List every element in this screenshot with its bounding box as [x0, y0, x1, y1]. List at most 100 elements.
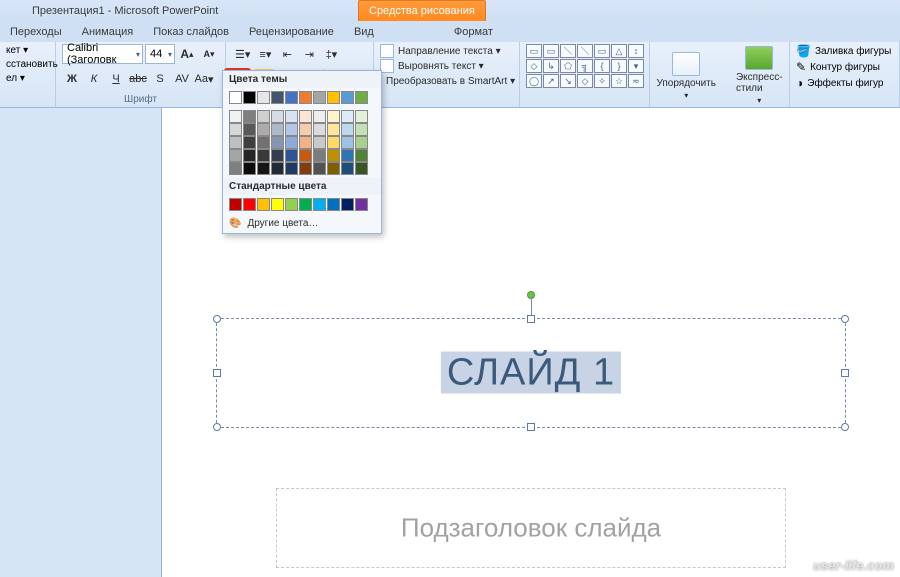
- title-textbox[interactable]: СЛАЙД 1: [216, 318, 846, 428]
- color-swatch[interactable]: [355, 198, 368, 211]
- text-direction-button[interactable]: Направление текста ▾: [380, 44, 513, 58]
- tab-animations[interactable]: Анимация: [72, 26, 144, 38]
- color-swatch[interactable]: [313, 198, 326, 211]
- color-swatch[interactable]: [271, 123, 284, 136]
- tab-transitions[interactable]: Переходы: [0, 26, 72, 38]
- grow-font-button[interactable]: A▴: [177, 44, 197, 64]
- color-swatch[interactable]: [299, 91, 312, 104]
- color-swatch[interactable]: [257, 149, 270, 162]
- color-swatch[interactable]: [313, 123, 326, 136]
- color-swatch[interactable]: [341, 149, 354, 162]
- color-swatch[interactable]: [243, 162, 256, 175]
- color-swatch[interactable]: [271, 91, 284, 104]
- tab-view[interactable]: Вид: [344, 26, 384, 38]
- subtitle-textbox[interactable]: Подзаголовок слайда: [276, 488, 786, 568]
- color-swatch[interactable]: [313, 162, 326, 175]
- color-swatch[interactable]: [313, 91, 326, 104]
- shape-outline-button[interactable]: ✎Контур фигуры: [796, 60, 893, 74]
- color-swatch[interactable]: [285, 162, 298, 175]
- color-swatch[interactable]: [355, 110, 368, 123]
- color-swatch[interactable]: [355, 136, 368, 149]
- color-swatch[interactable]: [355, 162, 368, 175]
- quick-styles-button[interactable]: Экспресс-стили▾: [730, 44, 789, 107]
- color-swatch[interactable]: [229, 198, 242, 211]
- color-swatch[interactable]: [299, 123, 312, 136]
- color-swatch[interactable]: [243, 149, 256, 162]
- spacing-button[interactable]: AV: [172, 69, 192, 89]
- color-swatch[interactable]: [229, 110, 242, 123]
- font-name-combo[interactable]: Calibri (Заголовк: [62, 44, 143, 64]
- color-swatch[interactable]: [327, 136, 340, 149]
- color-swatch[interactable]: [327, 91, 340, 104]
- color-swatch[interactable]: [285, 110, 298, 123]
- reset-button[interactable]: сстановить: [6, 58, 49, 72]
- color-swatch[interactable]: [257, 123, 270, 136]
- color-swatch[interactable]: [285, 136, 298, 149]
- shadow-button[interactable]: S: [150, 69, 170, 89]
- slide-subtitle-text[interactable]: Подзаголовок слайда: [401, 513, 661, 543]
- color-swatch[interactable]: [299, 162, 312, 175]
- resize-handle[interactable]: [841, 315, 849, 323]
- color-swatch[interactable]: [313, 136, 326, 149]
- color-swatch[interactable]: [355, 91, 368, 104]
- font-size-combo[interactable]: 44: [145, 44, 175, 64]
- numbering-button[interactable]: ≡▾: [255, 44, 275, 64]
- layout-button[interactable]: кет ▾: [6, 44, 49, 58]
- strike-button[interactable]: abc: [128, 69, 148, 89]
- more-colors-button[interactable]: 🎨 Другие цвета…: [223, 214, 381, 233]
- color-swatch[interactable]: [271, 136, 284, 149]
- shapes-gallery[interactable]: ▭▭＼＼▭△↕ ◇↳⬠╗{}▾ ◯↗↘◇✧☆≂: [526, 44, 644, 88]
- color-swatch[interactable]: [271, 149, 284, 162]
- color-swatch[interactable]: [271, 110, 284, 123]
- shape-effects-button[interactable]: ◑Эффекты фигур: [796, 76, 893, 90]
- color-swatch[interactable]: [257, 91, 270, 104]
- color-swatch[interactable]: [229, 162, 242, 175]
- tab-slideshow[interactable]: Показ слайдов: [143, 26, 239, 38]
- color-swatch[interactable]: [243, 123, 256, 136]
- line-spacing-button[interactable]: ‡▾: [321, 44, 341, 64]
- color-swatch[interactable]: [299, 136, 312, 149]
- color-swatch[interactable]: [285, 91, 298, 104]
- resize-handle[interactable]: [213, 369, 221, 377]
- color-swatch[interactable]: [229, 91, 242, 104]
- color-swatch[interactable]: [243, 198, 256, 211]
- color-swatch[interactable]: [271, 162, 284, 175]
- convert-smartart-button[interactable]: Преобразовать в SmartArt ▾: [380, 74, 513, 88]
- color-swatch[interactable]: [327, 149, 340, 162]
- color-swatch[interactable]: [327, 123, 340, 136]
- contextual-tab-drawing-tools[interactable]: Средства рисования: [358, 0, 486, 21]
- resize-handle[interactable]: [213, 423, 221, 431]
- color-swatch[interactable]: [341, 136, 354, 149]
- color-swatch[interactable]: [341, 123, 354, 136]
- color-swatch[interactable]: [257, 136, 270, 149]
- color-swatch[interactable]: [257, 110, 270, 123]
- color-swatch[interactable]: [229, 123, 242, 136]
- bullets-button[interactable]: ☰▾: [232, 44, 253, 64]
- color-swatch[interactable]: [243, 91, 256, 104]
- color-swatch[interactable]: [243, 110, 256, 123]
- tab-format[interactable]: Формат: [444, 26, 503, 38]
- indent-increase-button[interactable]: ⇥: [299, 44, 319, 64]
- bold-button[interactable]: Ж: [62, 69, 82, 89]
- resize-handle[interactable]: [213, 315, 221, 323]
- tab-review[interactable]: Рецензирование: [239, 26, 344, 38]
- color-swatch[interactable]: [299, 198, 312, 211]
- shape-fill-button[interactable]: 🪣Заливка фигуры: [796, 44, 893, 58]
- color-swatch[interactable]: [327, 110, 340, 123]
- resize-handle[interactable]: [841, 423, 849, 431]
- resize-handle[interactable]: [527, 423, 535, 431]
- theme-colors-row[interactable]: [223, 88, 381, 107]
- shrink-font-button[interactable]: A▾: [199, 44, 219, 64]
- resize-handle[interactable]: [841, 369, 849, 377]
- color-swatch[interactable]: [313, 149, 326, 162]
- color-swatch[interactable]: [285, 123, 298, 136]
- align-text-button[interactable]: Выровнять текст ▾: [380, 59, 513, 73]
- color-swatch[interactable]: [355, 123, 368, 136]
- theme-tints-grid[interactable]: [223, 107, 381, 178]
- color-swatch[interactable]: [327, 198, 340, 211]
- color-swatch[interactable]: [285, 149, 298, 162]
- color-swatch[interactable]: [229, 136, 242, 149]
- slide-title-text[interactable]: СЛАЙД 1: [441, 352, 621, 394]
- change-case-button[interactable]: Aa▾: [194, 69, 214, 89]
- section-button[interactable]: ел ▾: [6, 72, 49, 86]
